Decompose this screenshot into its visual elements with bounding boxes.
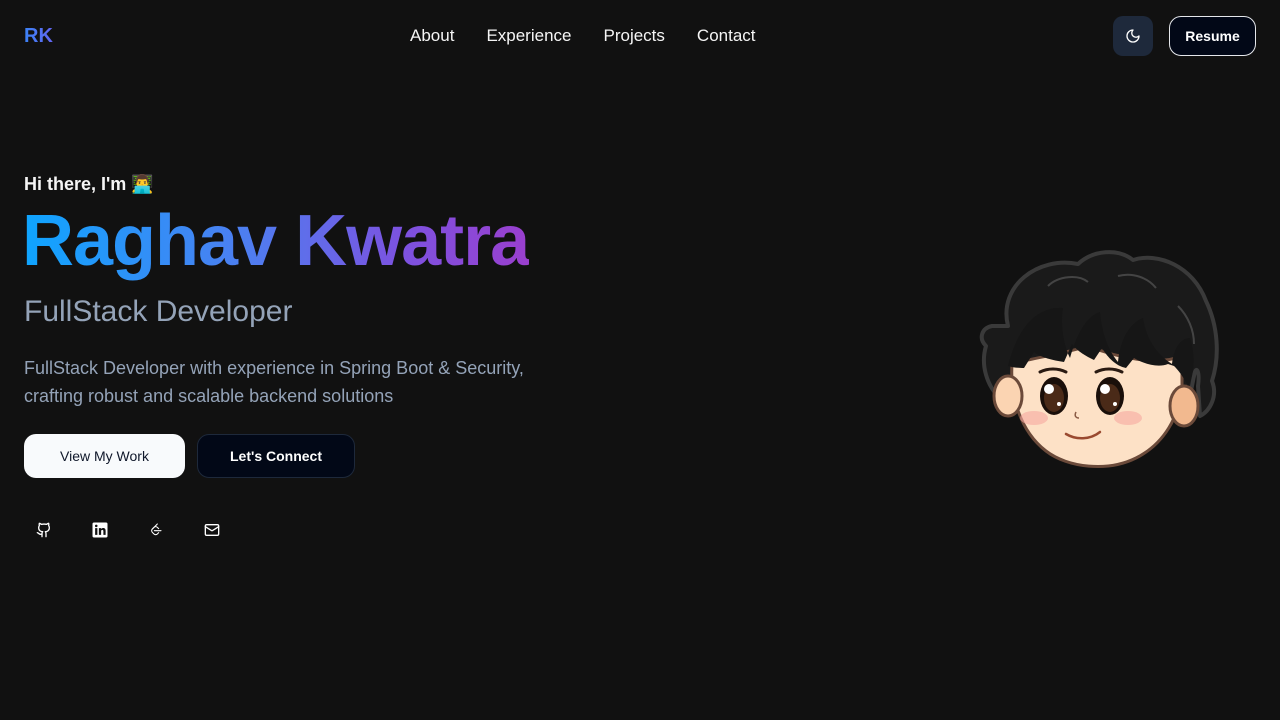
leetcode-link[interactable]: [136, 510, 176, 550]
theme-toggle-button[interactable]: [1113, 16, 1153, 56]
hero-description: FullStack Developer with experience in S…: [24, 358, 524, 406]
mail-icon: [204, 524, 220, 536]
greeting-text: Hi there, I'm 👨‍💻: [24, 174, 154, 194]
social-links: [24, 510, 232, 550]
avatar-illustration: [979, 250, 1219, 468]
resume-button[interactable]: Resume: [1169, 16, 1256, 56]
main-nav: About Experience Projects Contact: [394, 22, 772, 50]
lets-connect-button[interactable]: Let's Connect: [197, 434, 355, 478]
leetcode-icon: [151, 523, 162, 536]
hero-name: Raghav Kwatra: [22, 198, 530, 284]
linkedin-link[interactable]: [80, 510, 120, 550]
nav-link-experience[interactable]: Experience: [470, 22, 587, 50]
site-header: RK About Experience Projects Contact Res…: [0, 0, 1280, 72]
nav-link-projects[interactable]: Projects: [588, 22, 681, 50]
hero-role: FullStack Developer: [24, 295, 293, 328]
github-link[interactable]: [24, 510, 64, 550]
linkedin-icon: [92, 522, 108, 538]
moon-icon: [1126, 29, 1140, 43]
email-link[interactable]: [192, 510, 232, 550]
github-icon: [36, 522, 51, 538]
nav-link-contact[interactable]: Contact: [681, 22, 772, 50]
nav-link-about[interactable]: About: [394, 22, 470, 50]
view-my-work-button[interactable]: View My Work: [24, 434, 185, 478]
logo[interactable]: RK: [24, 24, 53, 48]
